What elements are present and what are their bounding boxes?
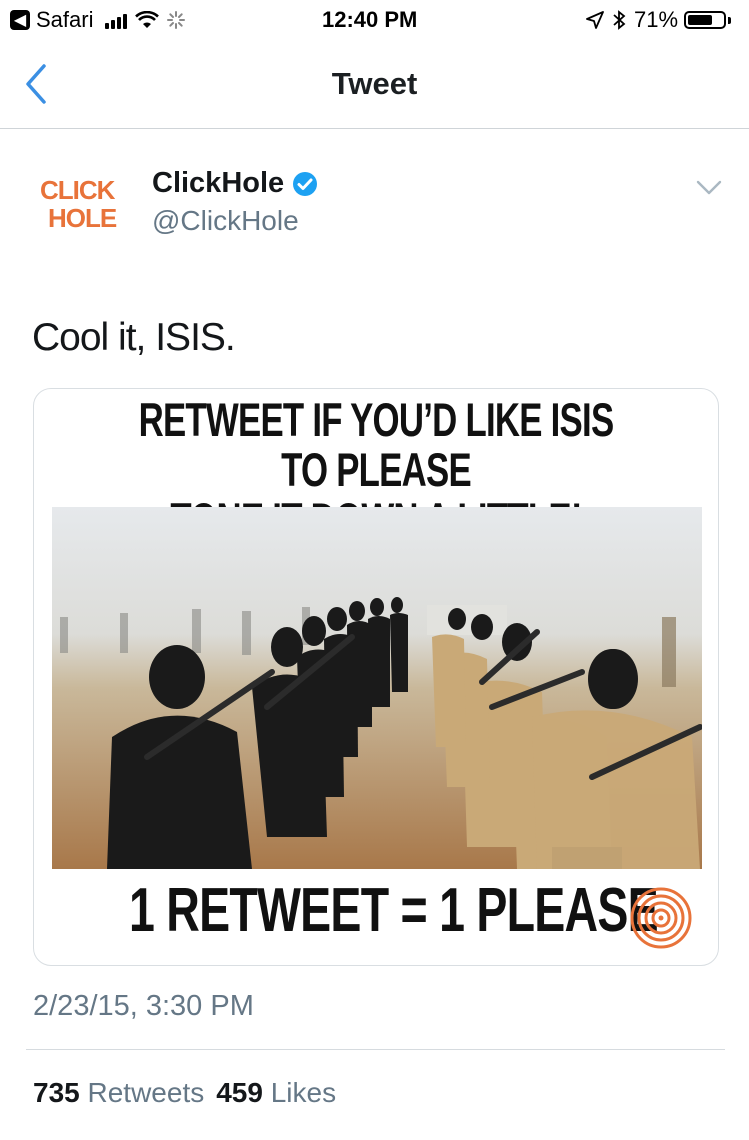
retweets-label: Retweets: [87, 1077, 205, 1108]
logo-line1: CLICK: [40, 175, 116, 205]
logo-line2: HOLE: [48, 203, 117, 233]
avatar[interactable]: CLICK HOLE: [38, 175, 128, 235]
tweet-timestamp: 2/23/15, 3:30 PM: [33, 990, 254, 1022]
tweet-options-button[interactable]: [693, 176, 725, 200]
clickhole-spiral-icon: [630, 887, 692, 949]
tweet-text: Cool it, ISIS.: [32, 316, 236, 359]
likes-count: 459: [216, 1077, 263, 1108]
status-bar: ◀ Safari 12:40 PM 71%: [0, 0, 749, 40]
battery-icon: [684, 11, 732, 29]
meme-photo: [52, 507, 702, 869]
meme-footer: 1 RETWEET = 1 PLEASE: [129, 876, 659, 945]
bluetooth-icon: [613, 10, 626, 30]
back-to-app-button[interactable]: ◀ Safari: [10, 7, 186, 33]
activity-spinner-icon: [167, 11, 186, 29]
tweet-stats: 735 Retweets 459 Likes: [33, 1077, 336, 1109]
location-icon: [586, 11, 604, 29]
wifi-icon: [135, 11, 160, 28]
likes-label: Likes: [270, 1077, 337, 1108]
clickhole-logo: CLICK HOLE: [40, 175, 118, 233]
user-handle[interactable]: @ClickHole: [152, 205, 299, 237]
retweets-count: 735: [33, 1077, 80, 1108]
page-title: Tweet: [331, 66, 418, 101]
back-arrow-icon: ◀: [10, 10, 30, 30]
tweet-media[interactable]: RETWEET IF YOU’D LIKE ISIS TO PLEASE TON…: [33, 388, 719, 966]
cellular-signal-icon: [105, 11, 128, 29]
clock: 12:40 PM: [322, 7, 418, 32]
display-name-text: ClickHole: [152, 167, 285, 199]
divider: [26, 1049, 725, 1050]
back-app-label: Safari: [36, 7, 94, 32]
display-name[interactable]: ClickHole: [152, 167, 318, 200]
battery-percent: 71%: [634, 7, 679, 32]
verified-badge-icon: [293, 171, 318, 196]
meme-headline-line1: RETWEET IF YOU’D LIKE ISIS TO PLEASE: [138, 393, 615, 496]
likes-stat[interactable]: 459 Likes: [216, 1077, 336, 1109]
chevron-down-icon: [696, 180, 722, 195]
retweets-stat[interactable]: 735 Retweets: [33, 1077, 204, 1109]
navigation-bar: Tweet: [0, 40, 749, 129]
